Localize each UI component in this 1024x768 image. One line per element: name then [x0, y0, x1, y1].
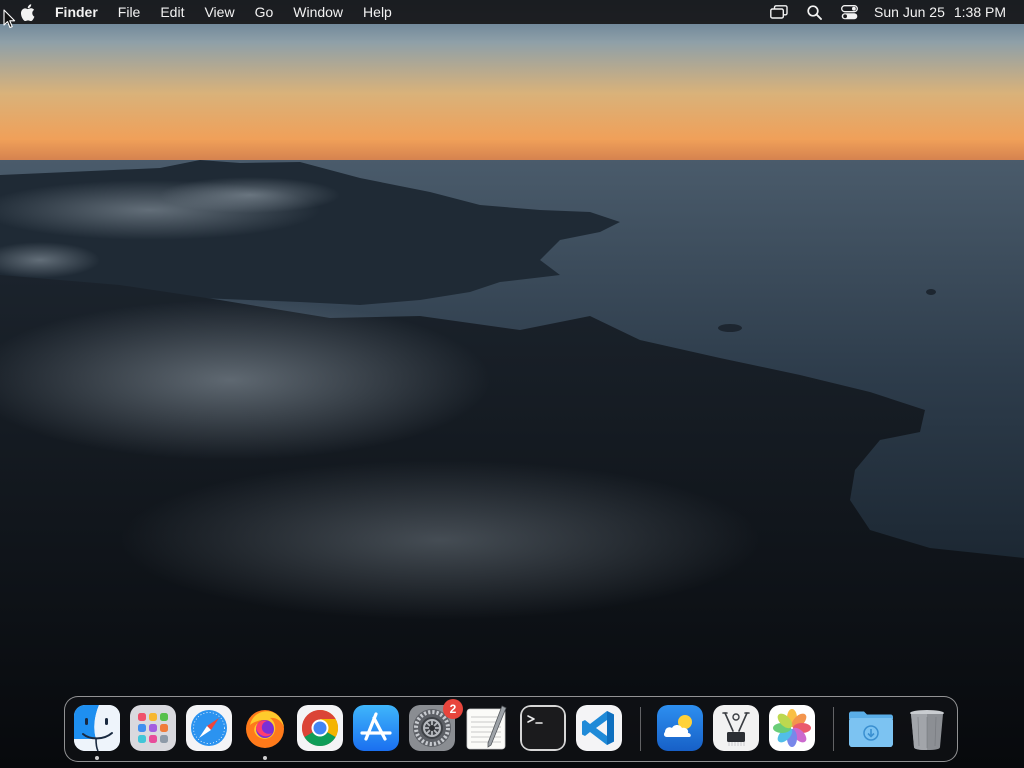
- app-store-icon: [353, 705, 399, 751]
- firefox-icon: [242, 705, 288, 751]
- running-indicator: [95, 756, 99, 760]
- finder-icon: [74, 705, 120, 751]
- dock-separator: [833, 707, 834, 751]
- dock-item-system-settings[interactable]: 2: [409, 699, 463, 751]
- notification-badge: 2: [443, 699, 463, 719]
- dock-item-system-information[interactable]: [713, 705, 759, 751]
- menu-app-finder[interactable]: Finder: [51, 0, 108, 24]
- dock-item-textedit[interactable]: [464, 705, 510, 751]
- chrome-icon: [297, 705, 343, 751]
- safari-icon: [186, 705, 232, 751]
- menu-help[interactable]: Help: [353, 0, 402, 24]
- apple-menu-icon[interactable]: [17, 2, 37, 22]
- menu-window[interactable]: Window: [283, 0, 353, 24]
- clock-date: Sun Jun 25: [874, 4, 945, 20]
- terminal-icon: [520, 705, 566, 751]
- screen-mirroring-icon[interactable]: [768, 1, 790, 23]
- launchpad-icon: [130, 705, 176, 751]
- dock-item-vscode[interactable]: [576, 705, 622, 751]
- dock-separator: [640, 707, 641, 751]
- trash-icon: [904, 705, 950, 751]
- dock-item-finder[interactable]: [74, 705, 120, 760]
- dock-item-app-store[interactable]: [353, 705, 399, 751]
- spotlight-search-icon[interactable]: [803, 1, 825, 23]
- dock-item-firefox[interactable]: [242, 705, 288, 760]
- menu-edit[interactable]: Edit: [150, 0, 194, 24]
- textedit-icon: [464, 705, 510, 751]
- downloads-folder-icon: [848, 705, 894, 751]
- dock-item-terminal[interactable]: [520, 705, 566, 751]
- photos-icon: [769, 705, 815, 751]
- dock: 2: [64, 696, 958, 762]
- weather-icon: [657, 705, 703, 751]
- dock-item-photos[interactable]: [769, 705, 815, 751]
- menu-view[interactable]: View: [194, 0, 244, 24]
- control-center-icon[interactable]: [838, 1, 860, 23]
- dock-item-weather[interactable]: [657, 705, 703, 751]
- clock-time: 1:38 PM: [953, 4, 1006, 20]
- dock-item-launchpad[interactable]: [130, 705, 176, 751]
- menu-bar: Finder File Edit View Go Window Help Sun…: [0, 0, 1024, 24]
- menu-go[interactable]: Go: [245, 0, 284, 24]
- mouse-pointer-icon: [3, 9, 16, 29]
- dock-item-downloads[interactable]: [848, 705, 894, 751]
- menu-bar-status-area: Sun Jun 25 1:38 PM: [755, 0, 1024, 24]
- desktop-wallpaper: [0, 0, 1024, 768]
- menu-file[interactable]: File: [108, 0, 151, 24]
- vscode-icon: [576, 705, 622, 751]
- dock-item-safari[interactable]: [186, 705, 232, 751]
- running-indicator: [263, 756, 267, 760]
- system-information-icon: [713, 705, 759, 751]
- dock-item-trash[interactable]: [904, 705, 950, 751]
- dock-item-chrome[interactable]: [297, 705, 343, 751]
- menu-bar-clock[interactable]: Sun Jun 25 1:38 PM: [874, 4, 1006, 20]
